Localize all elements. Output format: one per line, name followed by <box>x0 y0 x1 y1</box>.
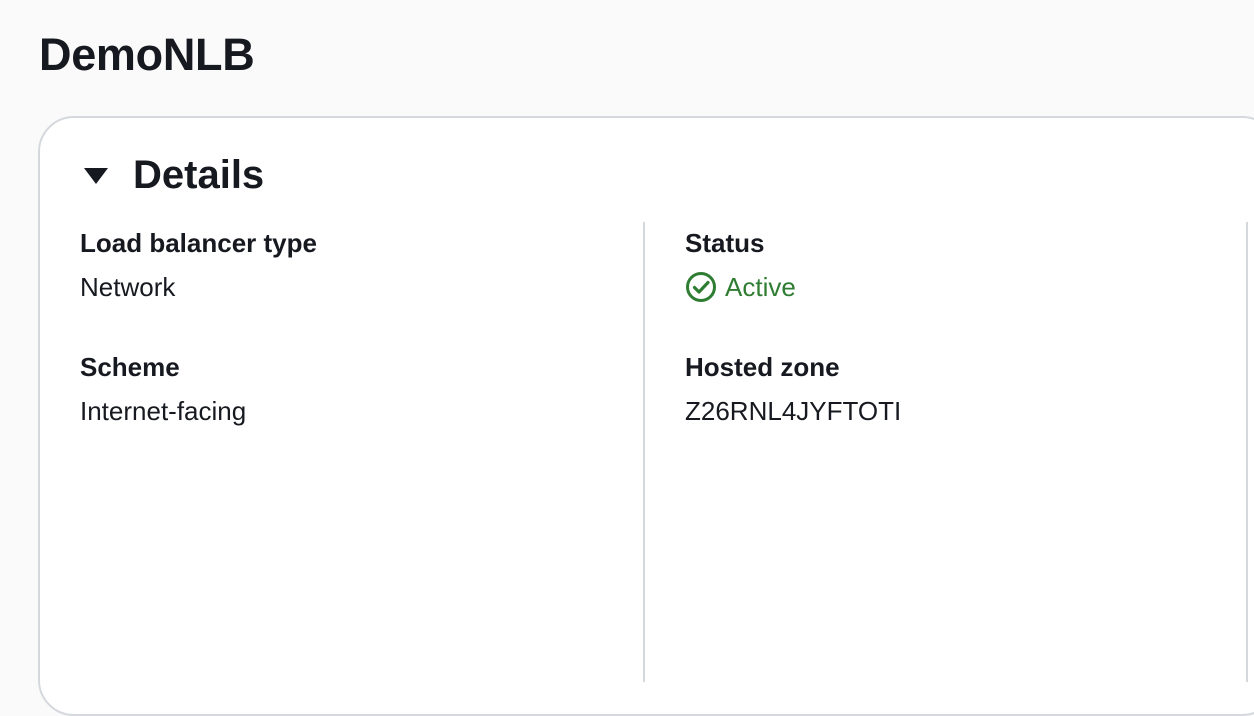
load-balancer-type-label: Load balancer type <box>80 228 317 258</box>
scheme-label: Scheme <box>80 352 180 382</box>
hosted-zone-value: Z26RNL4JYFTOTI <box>685 396 902 426</box>
load-balancer-type-value: Network <box>80 272 176 302</box>
status-value: Active <box>685 271 796 303</box>
status-label: Status <box>685 228 765 258</box>
load-balancer-type-field: Load balancer type Network <box>80 227 317 303</box>
page-title: DemoNLB <box>39 29 255 80</box>
hosted-zone-field: Hosted zone Z26RNL4JYFTOTI <box>685 351 901 427</box>
scheme-value: Internet-facing <box>80 396 247 426</box>
hosted-zone-label: Hosted zone <box>685 352 840 382</box>
column-divider <box>643 222 645 682</box>
status-field: Status Active <box>685 227 796 303</box>
details-section-title: Details <box>133 153 265 197</box>
right-column-divider <box>1246 222 1248 682</box>
scheme-field: Scheme Internet-facing <box>80 351 246 427</box>
details-section-toggle[interactable]: Details <box>82 152 264 198</box>
status-text: Active <box>725 272 796 302</box>
success-check-icon <box>685 271 717 303</box>
caret-down-icon <box>82 161 110 189</box>
